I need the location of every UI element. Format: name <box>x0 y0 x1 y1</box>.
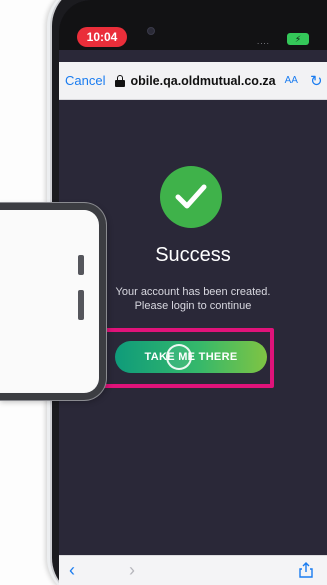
chevron-right-icon[interactable]: › <box>129 560 135 581</box>
signal-icon: .... <box>257 37 270 46</box>
share-icon[interactable] <box>299 562 313 578</box>
camera-icon <box>147 27 155 35</box>
lock-icon <box>115 74 126 87</box>
status-bar: 10:04 .... ⚡ <box>59 0 327 50</box>
chevron-left-icon[interactable]: ‹ <box>69 560 75 581</box>
touch-indicator <box>166 344 192 370</box>
text-size-button[interactable]: AA <box>285 75 298 86</box>
check-circle-icon <box>160 166 222 228</box>
reload-icon[interactable]: ↻ <box>310 72 323 90</box>
second-phone-button <box>78 290 84 320</box>
stage: 10:04 .... ⚡ Cancel obile.qa.oldmutual.c… <box>0 0 327 585</box>
cancel-button[interactable]: Cancel <box>65 73 105 88</box>
browser-bottom-toolbar: ‹ › <box>59 555 327 585</box>
status-time: 10:04 <box>77 27 127 47</box>
url-address[interactable]: obile.qa.oldmutual.co.za <box>130 74 275 88</box>
battery-icon: ⚡ <box>287 33 309 45</box>
browser-url-bar: Cancel obile.qa.oldmutual.co.za AA ↻ <box>59 62 327 100</box>
second-phone-frame <box>0 203 106 400</box>
second-phone-button <box>78 255 84 275</box>
